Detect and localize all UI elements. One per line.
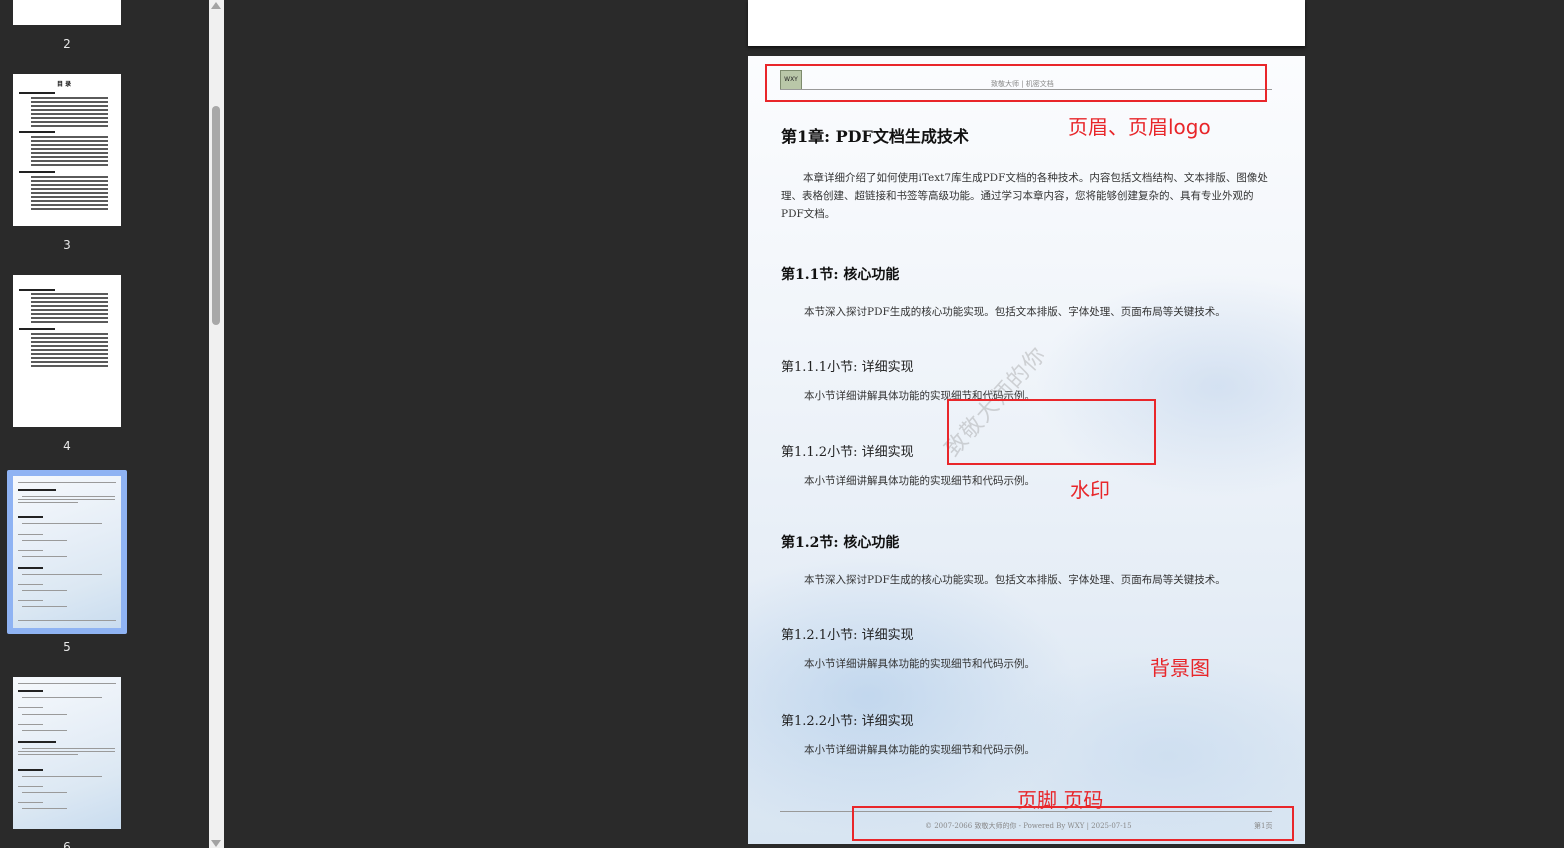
section-intro: 本节深入探讨PDF生成的核心功能实现。包括文本排版、字体处理、页面布局等关键技术… [804, 306, 1226, 318]
thumbnail-page-number: 6 [63, 840, 71, 848]
sidebar-scrollbar[interactable] [209, 0, 224, 848]
annotation-label-watermark: 水印 [1070, 478, 1110, 502]
scroll-up-arrow-icon[interactable] [211, 2, 221, 9]
annotation-box-watermark [947, 399, 1156, 465]
subsection-body: 本小节详细讲解具体功能的实现细节和代码示例。 [804, 658, 1035, 670]
thumbnail-page-2[interactable] [13, 0, 121, 25]
thumbnail-page-5[interactable] [13, 476, 121, 628]
chapter-intro: 本章详细介绍了如何使用iText7库生成PDF文档的各种技术。内容包括文档结构、… [781, 172, 1268, 220]
annotation-box-footer [852, 806, 1294, 841]
subsection-title: 第1.2.2小节: 详细实现 [781, 714, 914, 729]
chapter-title: 第1章: PDF文档生成技术 [781, 127, 969, 146]
thumbnail-page-6[interactable] [13, 677, 121, 829]
subsection-title: 第1.1.1小节: 详细实现 [781, 360, 914, 375]
thumbnail-sidebar: 2 目 录 3 4 5 6 [0, 0, 209, 848]
section-title: 第1.2节: 核心功能 [781, 535, 900, 551]
thumbnail-page-number: 2 [63, 37, 71, 51]
section-intro: 本节深入探讨PDF生成的核心功能实现。包括文本排版、字体处理、页面布局等关键技术… [804, 574, 1226, 586]
scrollbar-thumb[interactable] [212, 106, 220, 325]
previous-page-bottom [748, 0, 1305, 46]
subsection-title: 第1.1.2小节: 详细实现 [781, 445, 914, 460]
scroll-down-arrow-icon[interactable] [211, 840, 221, 847]
subsection-body: 本小节详细讲解具体功能的实现细节和代码示例。 [804, 744, 1035, 756]
thumbnail-page-4[interactable] [13, 275, 121, 427]
subsection-title: 第1.2.1小节: 详细实现 [781, 628, 914, 643]
thumbnail-page-3[interactable]: 目 录 [13, 74, 121, 226]
thumbnail-page-number: 5 [63, 640, 71, 654]
thumbnail-page-number: 3 [63, 238, 71, 252]
section-title: 第1.1节: 核心功能 [781, 267, 900, 283]
annotation-label-header: 页眉、页眉logo [1068, 115, 1211, 139]
annotation-box-header [765, 64, 1267, 102]
annotation-label-background: 背景图 [1150, 656, 1210, 680]
thumbnail-toc-title: 目 录 [57, 81, 72, 88]
thumbnail-page-number: 4 [63, 439, 71, 453]
subsection-body: 本小节详细讲解具体功能的实现细节和代码示例。 [804, 475, 1035, 487]
